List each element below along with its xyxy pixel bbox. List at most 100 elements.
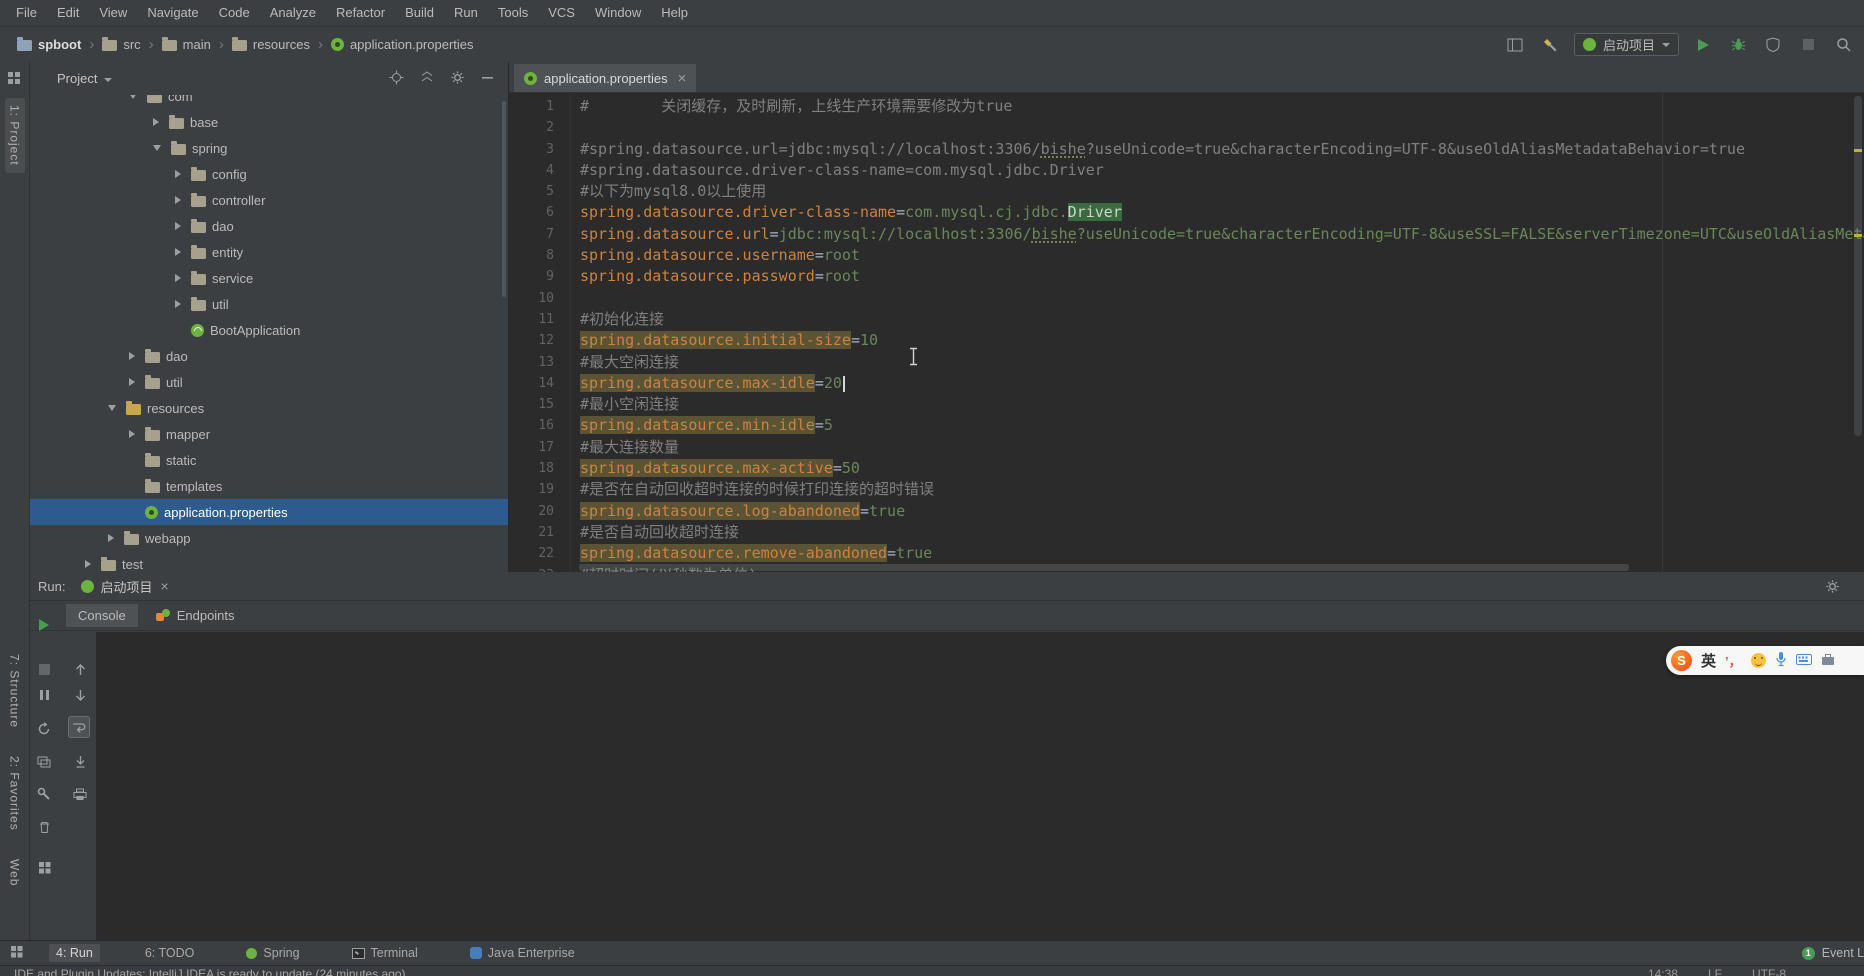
stripe-button-2-favorites[interactable]: 2: Favorites <box>8 756 22 831</box>
code-line-20[interactable]: spring.datasource.log-abandoned=true <box>580 501 1864 522</box>
stripe-button-7-structure[interactable]: 7: Structure <box>8 654 22 728</box>
locate-file-icon[interactable] <box>389 70 404 88</box>
menu-item-run[interactable]: Run <box>444 0 488 26</box>
tool-window-switcher-icon[interactable] <box>10 945 23 961</box>
chevron-down-icon[interactable] <box>129 95 137 99</box>
event-log-button[interactable]: 1 Event Log <box>1802 941 1864 965</box>
code-line-6[interactable]: spring.datasource.driver-class-name=com.… <box>580 202 1864 223</box>
editor-vertical-scrollbar[interactable] <box>1852 93 1864 572</box>
rerun-button[interactable] <box>34 616 54 634</box>
print-button[interactable] <box>70 785 90 803</box>
tree-item-test[interactable]: test <box>30 551 508 572</box>
down-stack-button[interactable] <box>70 686 90 704</box>
settings-tools-button[interactable] <box>34 785 54 803</box>
stop-button[interactable] <box>34 660 54 678</box>
menu-item-file[interactable]: File <box>6 0 47 26</box>
code-line-17[interactable]: #最大连接数量 <box>580 437 1864 458</box>
stripe-button-project[interactable]: 1: Project <box>5 98 25 173</box>
tree-item-application-properties[interactable]: application.properties <box>30 499 508 525</box>
layout-panels-icon[interactable] <box>1504 34 1526 56</box>
coverage-button[interactable] <box>1762 34 1784 56</box>
update-notification-text[interactable]: IDE and Plugin Updates: IntelliJ IDEA is… <box>14 966 406 976</box>
chevron-right-icon[interactable] <box>175 274 181 282</box>
menu-item-help[interactable]: Help <box>651 0 698 26</box>
menu-item-build[interactable]: Build <box>395 0 444 26</box>
code-line-4[interactable]: #spring.datasource.driver-class-name=com… <box>580 160 1864 181</box>
tree-item-util[interactable]: util <box>30 291 508 317</box>
statusbar-item-terminal[interactable]: Terminal <box>345 944 425 962</box>
tree-item-entity[interactable]: entity <box>30 239 508 265</box>
editor-body[interactable]: 1234567891011121314151617181920212223 # … <box>509 93 1864 572</box>
menu-item-refactor[interactable]: Refactor <box>326 0 395 26</box>
code-line-1[interactable]: # 关闭缓存，及时刷新，上线生产环境需要修改为true <box>580 96 1864 117</box>
code-line-15[interactable]: #最小空闲连接 <box>580 394 1864 415</box>
tree-item-bootapplication[interactable]: BootApplication <box>30 317 508 343</box>
console-output[interactable] <box>96 632 1864 940</box>
menu-item-navigate[interactable]: Navigate <box>137 0 208 26</box>
ime-language-indicator[interactable]: 英 <box>1701 650 1716 671</box>
menu-item-tools[interactable]: Tools <box>488 0 538 26</box>
scroll-to-end-button[interactable] <box>70 753 90 771</box>
sogou-logo-icon[interactable]: S <box>1671 650 1692 671</box>
breadcrumb-item-src[interactable]: src <box>99 37 143 52</box>
chevron-right-icon[interactable] <box>85 560 91 568</box>
clear-all-button[interactable] <box>34 818 54 836</box>
code-line-18[interactable]: spring.datasource.max-active=50 <box>580 458 1864 479</box>
code-line-14[interactable]: spring.datasource.max-idle=20 <box>580 373 1864 394</box>
scrollbar-thumb[interactable] <box>579 564 1629 571</box>
warning-stripe-mark[interactable] <box>1854 234 1862 237</box>
breadcrumb-item-application-properties[interactable]: application.properties <box>328 37 477 52</box>
hide-panel-icon[interactable] <box>481 71 494 87</box>
statusbar-item-4-run[interactable]: 4: Run <box>49 944 100 962</box>
chevron-right-icon[interactable] <box>175 222 181 230</box>
soft-wrap-button[interactable] <box>68 716 90 738</box>
project-panel-title[interactable]: Project <box>57 71 97 86</box>
code-line-3[interactable]: #spring.datasource.url=jdbc:mysql://loca… <box>580 139 1864 160</box>
tree-item-mapper[interactable]: mapper <box>30 421 508 447</box>
search-everywhere-icon[interactable] <box>1832 34 1854 56</box>
code-line-8[interactable]: spring.datasource.username=root <box>580 245 1864 266</box>
ime-keyboard-icon[interactable] <box>1796 653 1812 668</box>
up-stack-button[interactable] <box>70 660 90 678</box>
menu-item-analyze[interactable]: Analyze <box>260 0 326 26</box>
scrollbar-thumb[interactable] <box>1854 96 1862 436</box>
menu-item-window[interactable]: Window <box>585 0 651 26</box>
menu-item-code[interactable]: Code <box>209 0 260 26</box>
tree-item-webapp[interactable]: webapp <box>30 525 508 551</box>
line-separator[interactable]: LF <box>1708 966 1722 976</box>
close-icon[interactable]: × <box>678 71 687 86</box>
run-configuration-select[interactable]: 启动项目 <box>1574 33 1679 56</box>
chevron-right-icon[interactable] <box>108 534 114 542</box>
tab-endpoints[interactable]: Endpoints <box>144 604 247 627</box>
tree-item-static[interactable]: static <box>30 447 508 473</box>
ime-toolbox-icon[interactable] <box>1821 653 1835 669</box>
chevron-down-icon[interactable] <box>153 145 161 151</box>
chevron-right-icon[interactable] <box>175 248 181 256</box>
stripe-button-web[interactable]: Web <box>8 859 22 886</box>
ime-mic-icon[interactable] <box>1775 651 1787 670</box>
restore-layout-button[interactable] <box>34 753 54 771</box>
caret-position[interactable]: 14:38 <box>1648 966 1678 976</box>
menu-item-vcs[interactable]: VCS <box>538 0 585 26</box>
chevron-right-icon[interactable] <box>175 170 181 178</box>
chevron-right-icon[interactable] <box>153 118 159 126</box>
tree-item-templates[interactable]: templates <box>30 473 508 499</box>
menu-item-edit[interactable]: Edit <box>47 0 89 26</box>
run-button[interactable] <box>1692 34 1714 56</box>
tab-application-properties[interactable]: application.properties × <box>514 64 696 92</box>
chevron-down-icon[interactable] <box>108 405 116 411</box>
code-line-21[interactable]: #是否自动回收超时连接 <box>580 522 1864 543</box>
tool-windows-grid-icon[interactable] <box>7 71 23 88</box>
tree-item-config[interactable]: config <box>30 161 508 187</box>
file-encoding[interactable]: UTF-8 <box>1752 966 1786 976</box>
tree-item-base[interactable]: base <box>30 109 508 135</box>
ime-emoji-icon[interactable] <box>1751 653 1766 668</box>
breadcrumb-item-main[interactable]: main <box>159 37 214 52</box>
menu-item-view[interactable]: View <box>89 0 137 26</box>
code-line-2[interactable] <box>580 117 1864 138</box>
code-line-12[interactable]: spring.datasource.initial-size=10 <box>580 330 1864 351</box>
tree-item-spring[interactable]: spring <box>30 135 508 161</box>
code-line-9[interactable]: spring.datasource.password=root <box>580 266 1864 287</box>
settings-gear-icon[interactable] <box>450 70 465 88</box>
code-line-22[interactable]: spring.datasource.remove-abandoned=true <box>580 543 1864 564</box>
